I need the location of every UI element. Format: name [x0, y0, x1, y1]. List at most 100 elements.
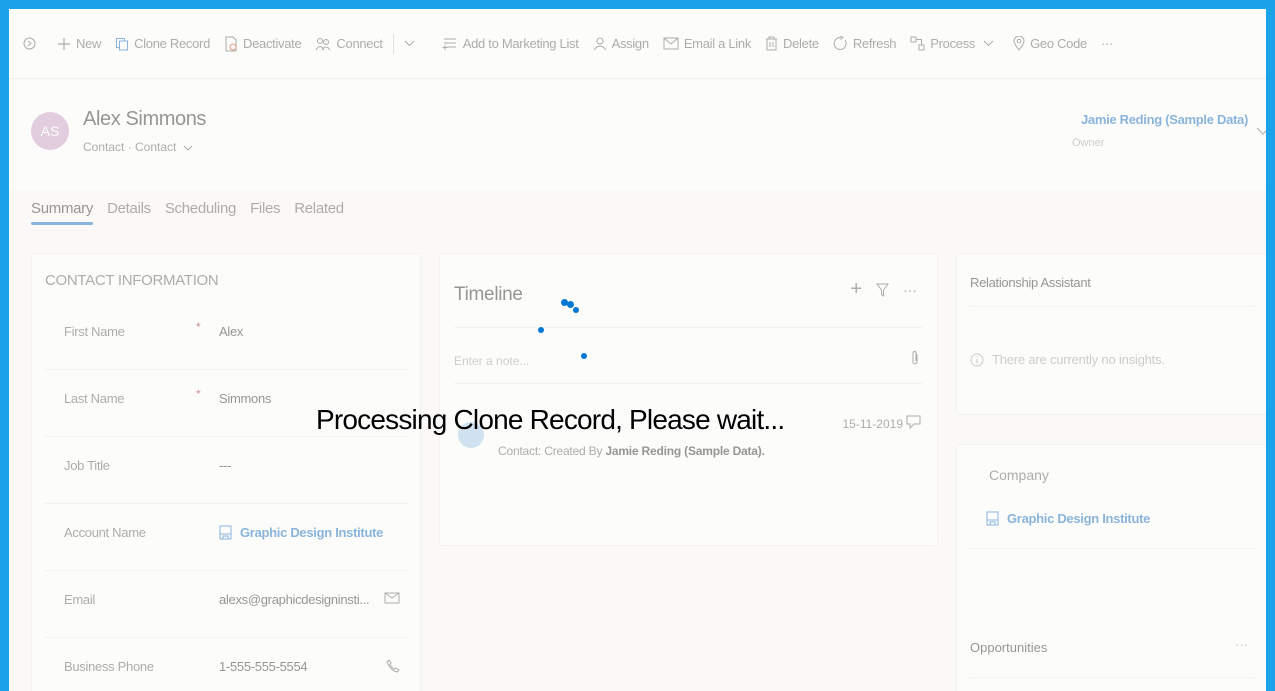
account-icon [219, 525, 232, 540]
geo-code-label: Geo Code [1030, 36, 1087, 51]
tab-related[interactable]: Related [294, 200, 344, 225]
people-icon [315, 37, 331, 50]
field-label: Job Title [64, 458, 110, 473]
clone-record-label: Clone Record [134, 36, 210, 51]
divider [970, 677, 1255, 678]
add-to-marketing-list-button[interactable]: Add to Marketing List [442, 36, 579, 51]
phone-icon[interactable] [386, 659, 400, 673]
email-a-link-button[interactable]: Email a Link [663, 36, 751, 51]
opportunities-title: Opportunities [970, 640, 1048, 655]
activity-type-icon [906, 415, 921, 429]
toolbar-divider [392, 33, 394, 54]
send-email-icon[interactable] [384, 592, 400, 605]
add-to-marketing-list-label: Add to Marketing List [462, 36, 579, 51]
tab-summary[interactable]: Summary [31, 200, 93, 225]
deactivate-label: Deactivate [243, 36, 302, 51]
refresh-icon [833, 36, 847, 50]
delete-button[interactable]: Delete [765, 36, 819, 51]
refresh-button[interactable]: Refresh [833, 36, 897, 51]
contact-information-section: CONTACT INFORMATION First Name * Alex La… [31, 253, 421, 691]
field-label: Last Name [64, 391, 125, 406]
process-label: Process [930, 36, 976, 51]
tab-details[interactable]: Details [107, 200, 151, 225]
form-tabs: Summary Details Scheduling Files Related [31, 200, 358, 225]
info-icon [970, 353, 984, 366]
insights-text: There are currently no insights. [992, 352, 1165, 367]
connect-label: Connect [336, 36, 383, 51]
processing-message: Processing Clone Record, Please wait... [316, 404, 785, 435]
timeline-title: Timeline [454, 284, 523, 305]
divider [454, 383, 923, 384]
required-indicator: * [196, 320, 201, 334]
email-icon [663, 37, 679, 50]
connect-button[interactable]: Connect [315, 36, 383, 51]
clone-record-button[interactable]: Clone Record [115, 36, 210, 51]
field-label: First Name [64, 324, 125, 339]
deactivate-button[interactable]: Deactivate [224, 36, 302, 52]
add-activity-button[interactable]: + [850, 278, 862, 301]
chevron-down-icon[interactable] [1256, 127, 1266, 135]
company-value: Graphic Design Institute [1007, 511, 1151, 526]
location-icon [1013, 36, 1025, 51]
divider [970, 548, 1255, 549]
list-add-icon [442, 38, 456, 50]
record-subtitle[interactable]: Contact · Contact [83, 140, 193, 154]
required-indicator: * [196, 387, 201, 401]
more-commands-button[interactable]: ··· [1101, 36, 1113, 51]
email-value: alexs@graphicdesigninsti... [219, 592, 370, 607]
job-title-field[interactable]: Job Title --- [44, 436, 408, 504]
account-name-field[interactable]: Account Name Graphic Design Institute [44, 503, 408, 571]
company-section: Company Graphic Design Institute Opportu… [956, 444, 1266, 691]
timeline-section: Timeline + ··· Enter a note... Contact: … [439, 253, 938, 546]
relationship-assistant-section: Relationship Assistant There are current… [956, 253, 1266, 415]
command-bar: New Clone Record Deactivate Connect Add … [9, 9, 1266, 79]
last-name-value: Simmons [219, 391, 272, 406]
opportunities-more-button[interactable]: ··· [1235, 637, 1248, 652]
company-label: Company [989, 467, 1049, 483]
email-a-link-label: Email a Link [683, 36, 752, 51]
timeline-more-button[interactable]: ··· [903, 282, 917, 298]
first-name-field[interactable]: First Name * Alex [44, 302, 408, 370]
refresh-label: Refresh [852, 36, 897, 51]
owner-link[interactable]: Jamie Reding (Sample Data) [1081, 112, 1248, 127]
assign-label: Assign [611, 36, 650, 51]
tab-scheduling[interactable]: Scheduling [165, 200, 237, 225]
chevron-down-icon [183, 145, 193, 151]
divider [970, 306, 1255, 307]
account-name-link[interactable]: Graphic Design Institute [219, 525, 383, 540]
connect-dropdown-chevron-icon[interactable] [404, 40, 420, 47]
insights-message: There are currently no insights. [970, 352, 1165, 367]
job-title-value: --- [219, 458, 232, 473]
first-name-value: Alex [219, 324, 244, 339]
assign-button[interactable]: Assign [593, 36, 649, 51]
attachment-icon[interactable] [911, 350, 919, 366]
company-link[interactable]: Graphic Design Institute [986, 511, 1150, 526]
record-form-selector: Contact · Contact [83, 140, 177, 154]
email-field[interactable]: Email alexs@graphicdesigninsti... [44, 570, 408, 638]
process-icon [910, 36, 925, 51]
business-phone-value: 1-555-555-5554 [219, 659, 308, 674]
process-button[interactable]: Process [910, 36, 999, 51]
new-button[interactable]: New [57, 36, 101, 51]
activity-date: 15-11-2019 [842, 417, 904, 431]
note-input[interactable]: Enter a note... [454, 354, 529, 368]
tab-files[interactable]: Files [250, 200, 280, 225]
timeline-actions: + ··· [850, 278, 917, 301]
record-title: Alex Simmons [83, 108, 207, 130]
filter-icon[interactable] [876, 283, 889, 297]
copy-icon [116, 37, 129, 50]
field-label: Account Name [64, 525, 146, 540]
field-label: Business Phone [64, 659, 154, 674]
app-area: New Clone Record Deactivate Connect Add … [9, 9, 1266, 691]
relationship-assistant-title: Relationship Assistant [970, 275, 1091, 290]
business-phone-field[interactable]: Business Phone 1-555-555-5554 [44, 637, 408, 691]
plus-icon [58, 37, 70, 50]
document-icon [225, 36, 237, 51]
geo-code-button[interactable]: Geo Code [1013, 36, 1087, 51]
divider [454, 327, 923, 328]
account-icon [986, 511, 999, 526]
chevron-down-icon [983, 40, 994, 47]
activity-description: Contact: Created By Jamie Reding (Sample… [498, 444, 765, 458]
person-icon [593, 37, 606, 50]
collapse-icon[interactable] [23, 37, 41, 50]
